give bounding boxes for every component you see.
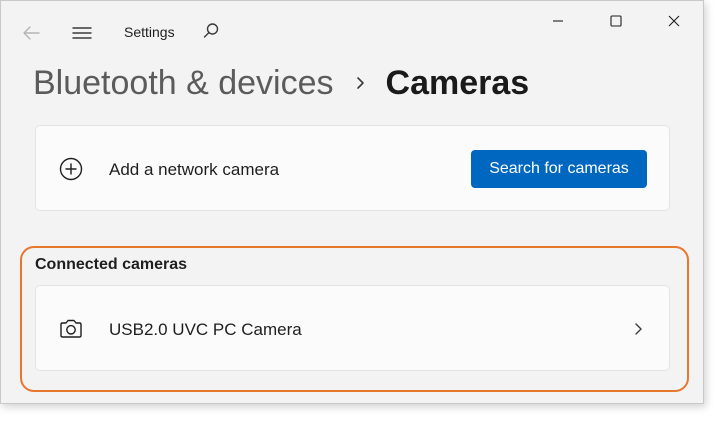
maximize-button[interactable]	[587, 1, 645, 41]
camera-list-item[interactable]: USB2.0 UVC PC Camera	[35, 285, 670, 371]
add-circle-icon	[58, 156, 84, 182]
title-bar: Settings	[1, 1, 703, 59]
close-button[interactable]	[645, 1, 703, 41]
settings-window: Settings Bluetooth & devices Cameras Add…	[0, 0, 704, 404]
close-icon	[668, 15, 680, 27]
breadcrumb-separator	[356, 75, 366, 91]
minimize-button[interactable]	[529, 1, 587, 41]
chevron-right-icon	[356, 77, 364, 89]
back-button[interactable]	[19, 23, 45, 43]
app-title: Settings	[124, 24, 175, 40]
breadcrumb: Bluetooth & devices Cameras	[33, 61, 529, 105]
page-title: Cameras	[385, 63, 530, 102]
breadcrumb-parent-link[interactable]: Bluetooth & devices	[33, 64, 334, 103]
camera-name: USB2.0 UVC PC Camera	[109, 320, 302, 339]
add-network-camera-label: Add a network camera	[109, 160, 280, 179]
search-button[interactable]	[202, 22, 220, 40]
minimize-icon	[553, 20, 563, 22]
back-arrow-icon	[23, 26, 40, 40]
navigation-menu-button[interactable]	[71, 23, 93, 43]
connected-cameras-heading: Connected cameras	[35, 256, 188, 273]
hamburger-menu-icon	[72, 27, 92, 39]
window-controls	[529, 1, 703, 41]
search-icon	[203, 23, 219, 38]
search-for-cameras-button[interactable]: Search for cameras	[471, 150, 647, 188]
maximize-icon	[610, 15, 622, 27]
camera-icon	[58, 316, 84, 342]
chevron-right-icon	[633, 321, 645, 337]
add-network-camera-card: Add a network camera Search for cameras	[35, 125, 670, 211]
